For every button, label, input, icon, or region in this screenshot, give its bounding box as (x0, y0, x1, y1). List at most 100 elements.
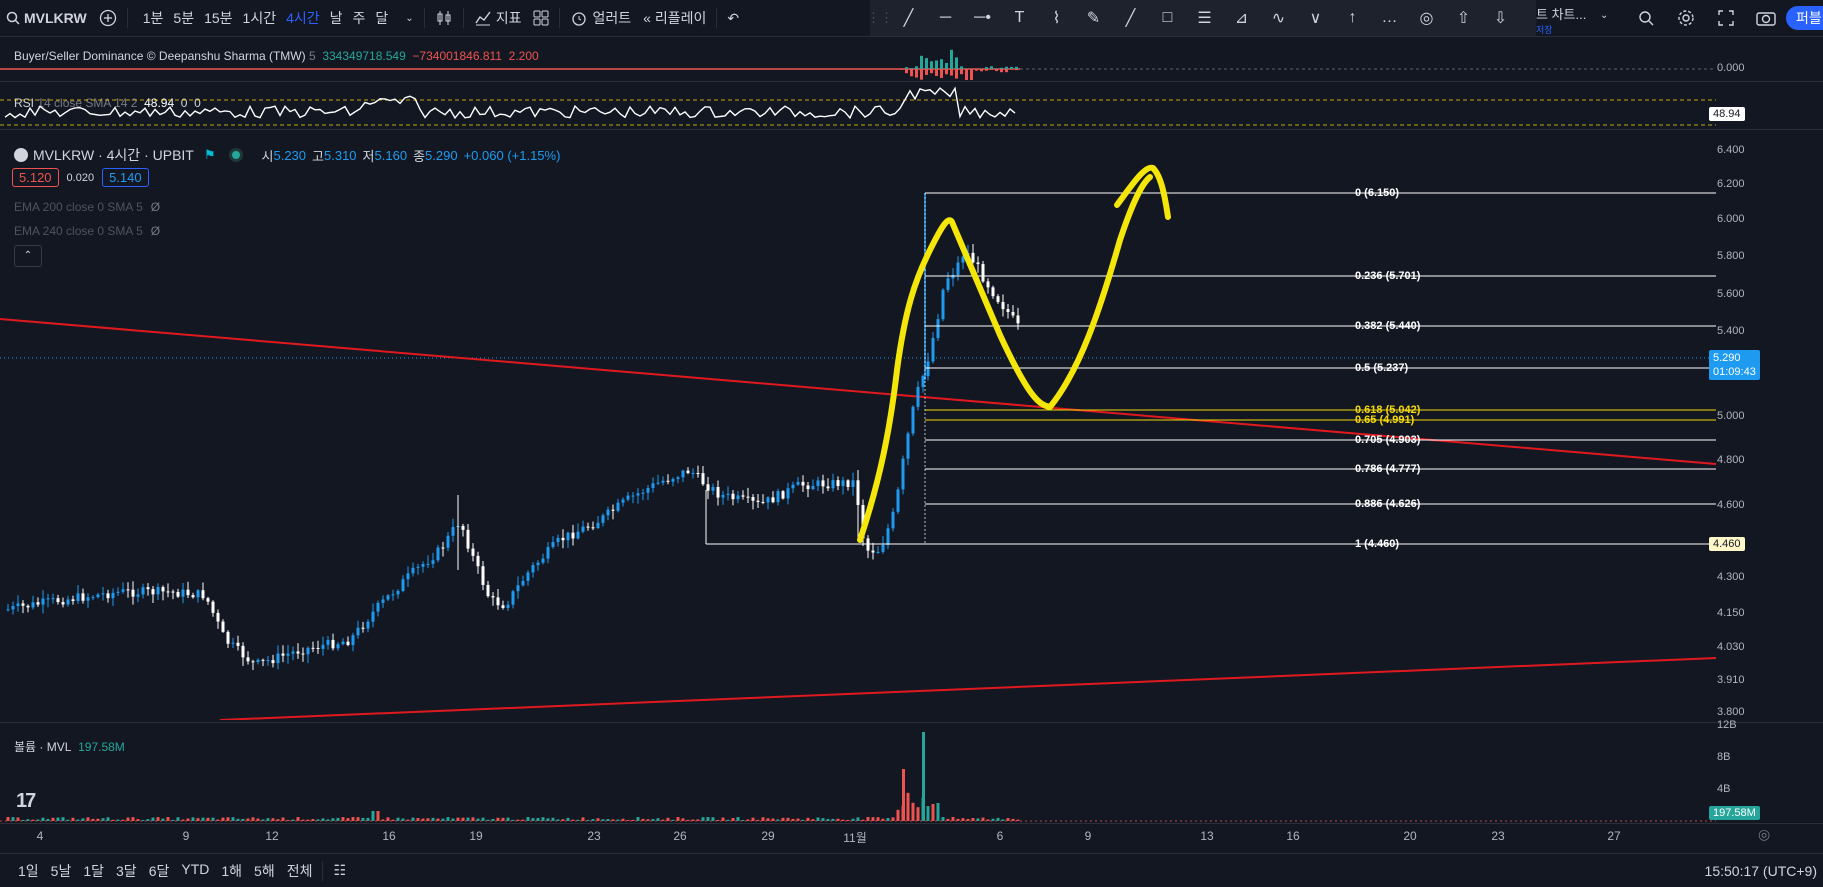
compare-button[interactable] (93, 0, 123, 36)
candle-body (357, 628, 360, 636)
brush-icon[interactable]: ⌇ (1038, 0, 1075, 36)
replay-button[interactable]: « 리플레이 (637, 0, 712, 36)
volume-bar (772, 819, 775, 821)
candle-body (652, 483, 655, 488)
trendline-icon[interactable]: ╱ (890, 0, 927, 36)
time-axis-divider (0, 823, 1823, 824)
chart-type-button[interactable] (429, 0, 459, 36)
pattern-icon[interactable]: ∿ (1260, 0, 1297, 36)
candle-body (767, 497, 770, 502)
elliott-icon[interactable]: ∨ (1297, 0, 1334, 36)
range-8[interactable]: 전체 (281, 861, 319, 881)
separator (322, 861, 323, 881)
horizontal-ray-icon[interactable]: ─• (964, 0, 1001, 36)
candle-body (487, 585, 490, 596)
pitchfork-icon[interactable]: ⊿ (1223, 0, 1260, 36)
candle-body (707, 484, 710, 490)
publish-button[interactable]: 퍼블 (1786, 6, 1823, 30)
range-0[interactable]: 1일 (12, 861, 45, 881)
volume-bar (927, 806, 930, 821)
bsd-sell-bar (1005, 69, 1008, 72)
right-toolbar (1626, 0, 1786, 36)
price-tick: 4.030 (1717, 641, 1745, 653)
long-position-icon[interactable]: ↑ (1334, 0, 1371, 36)
clock[interactable]: 15:50:17 (UTC+9) (1699, 863, 1823, 879)
timeframe-dropdown[interactable]: ⌄ (399, 0, 419, 36)
range-2[interactable]: 1달 (77, 861, 110, 881)
volume-tick: 8B (1717, 751, 1730, 763)
volume-bar (187, 818, 190, 821)
price-tick: 3.800 (1717, 706, 1745, 718)
arrow-up-icon[interactable]: ⇧ (1445, 0, 1482, 36)
bsd-sell-bar (995, 69, 998, 71)
time-tick: 26 (673, 829, 686, 843)
range-3[interactable]: 3달 (110, 861, 143, 881)
volume-bar (887, 818, 890, 821)
price-chart[interactable] (0, 130, 1716, 720)
range-7[interactable]: 5해 (248, 861, 281, 881)
candle-body (672, 479, 675, 482)
arrow-down-icon[interactable]: ⇩ (1482, 0, 1519, 36)
timeframe-2[interactable]: 15분 (199, 8, 237, 28)
range-1[interactable]: 5날 (45, 861, 78, 881)
candle-body (292, 651, 295, 653)
rectangle-icon[interactable]: □ (1149, 0, 1186, 36)
range-4[interactable]: 6달 (143, 861, 176, 881)
symbol-search[interactable]: MVLKRW (0, 0, 93, 36)
volume-bar (712, 817, 715, 821)
candle-body (877, 552, 880, 553)
candle-body (342, 642, 345, 644)
bsd-buy-bar (955, 57, 958, 69)
timeframe-1[interactable]: 5분 (168, 8, 199, 28)
camera-icon[interactable] (1746, 0, 1786, 36)
candles-icon (435, 9, 453, 27)
candle-body (197, 590, 200, 597)
indicators-button[interactable]: 지표 (468, 0, 528, 36)
ruler-icon[interactable]: ╱ (1112, 0, 1149, 36)
candle-body (482, 566, 485, 585)
range-6[interactable]: 1해 (215, 861, 248, 881)
text-icon[interactable]: T (1001, 0, 1038, 36)
volume-bar (252, 817, 255, 821)
pen-icon[interactable]: ✎ (1075, 0, 1112, 36)
timeframe-4[interactable]: 4시간 (281, 8, 325, 28)
auto-scale-icon[interactable]: ◎ (1758, 826, 1770, 843)
timeframe-0[interactable]: 1분 (138, 8, 169, 28)
volume-bar (7, 817, 10, 821)
fib-retracement-icon[interactable]: ☰ (1186, 0, 1223, 36)
timeframe-6[interactable]: 주 (348, 8, 371, 28)
time-tick: 4 (37, 829, 44, 843)
bsd-buy-bar (995, 68, 998, 69)
candle-body (157, 587, 160, 594)
horizontal-line-icon[interactable]: ─ (927, 0, 964, 36)
timeframe-5[interactable]: 날 (325, 8, 348, 28)
bar-countdown: 01:09:43 (1713, 365, 1756, 379)
alert-button[interactable]: 얼러트 (564, 0, 637, 36)
gear-icon[interactable] (1666, 0, 1706, 36)
templates-button[interactable] (527, 0, 555, 36)
date-range-button[interactable]: ☷ (327, 862, 352, 879)
timeframe-3[interactable]: 1시간 (238, 8, 282, 28)
candle-body (87, 597, 90, 600)
node-icon[interactable]: … (1371, 0, 1408, 36)
candle-body (422, 564, 425, 567)
fib-level-label: 0.65 (4.991) (1355, 414, 1414, 426)
search-icon[interactable] (1626, 0, 1666, 36)
indicators-icon (474, 9, 492, 27)
volume-bar (157, 817, 160, 821)
undo-button[interactable]: ↶ (721, 0, 745, 36)
magnet-icon[interactable]: ◎ (1408, 0, 1445, 36)
timeframe-7[interactable]: 달 (370, 8, 393, 28)
candle-body (1017, 315, 1020, 323)
volume-bar (917, 807, 920, 821)
drag-handle-icon[interactable]: ⋮⋮ (870, 0, 890, 36)
candle-body (927, 361, 930, 376)
chevron-down-icon[interactable]: ⌄ (1600, 10, 1608, 21)
candle-body (662, 481, 665, 483)
candle-body (92, 597, 95, 598)
fullscreen-icon[interactable] (1706, 0, 1746, 36)
volume-bar (337, 818, 340, 821)
range-5[interactable]: YTD (175, 861, 215, 881)
volume-bar (682, 818, 685, 821)
time-tick: 9 (183, 829, 190, 843)
